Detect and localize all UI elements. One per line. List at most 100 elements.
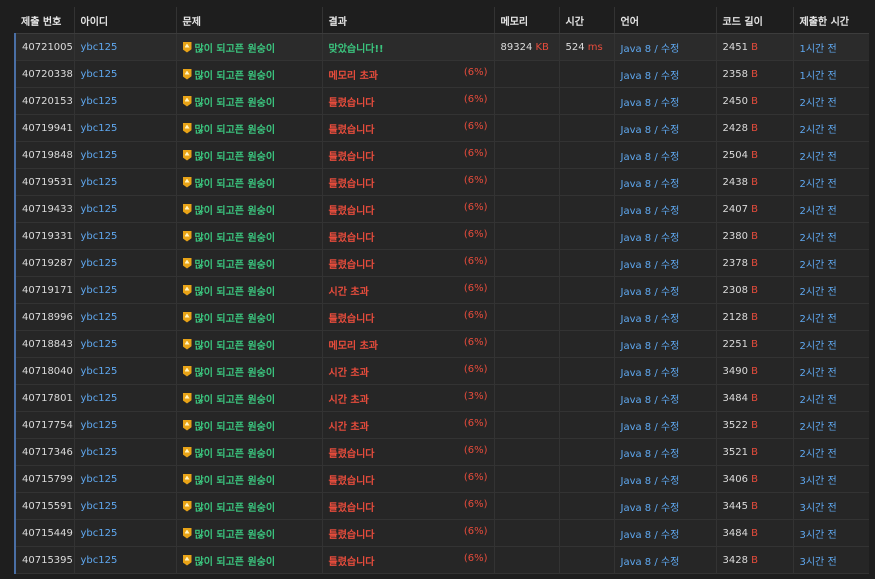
user-link[interactable]: ybc125	[81, 150, 118, 161]
edit-link[interactable]: 수정	[661, 44, 679, 55]
language-link[interactable]: Java 8	[621, 368, 652, 379]
problem-link[interactable]: 많이 되고픈 원숭이	[195, 175, 276, 190]
problem-link[interactable]: 많이 되고픈 원숭이	[195, 148, 276, 163]
language-link[interactable]: Java 8	[621, 179, 652, 190]
edit-link[interactable]: 수정	[661, 503, 679, 514]
submitted-at-link[interactable]: 3시간 전	[800, 557, 837, 568]
problem-link[interactable]: 많이 되고픈 원숭이	[195, 121, 276, 136]
language-link[interactable]: Java 8	[621, 314, 652, 325]
problem-link[interactable]: 많이 되고픈 원숭이	[195, 472, 276, 487]
user-link[interactable]: ybc125	[81, 96, 118, 107]
user-link[interactable]: ybc125	[81, 339, 118, 350]
language-link[interactable]: Java 8	[621, 44, 652, 55]
submitted-at-link[interactable]: 1시간 전	[800, 44, 837, 55]
user-link[interactable]: ybc125	[81, 258, 118, 269]
submitted-at-link[interactable]: 2시간 전	[800, 233, 837, 244]
user-link[interactable]: ybc125	[81, 501, 118, 512]
problem-link[interactable]: 많이 되고픈 원숭이	[195, 229, 276, 244]
language-link[interactable]: Java 8	[621, 476, 652, 487]
edit-link[interactable]: 수정	[661, 233, 679, 244]
submitted-at-link[interactable]: 1시간 전	[800, 71, 837, 82]
submitted-at-link[interactable]: 2시간 전	[800, 98, 837, 109]
language-link[interactable]: Java 8	[621, 530, 652, 541]
problem-link[interactable]: 많이 되고픈 원숭이	[195, 310, 276, 325]
submitted-at-link[interactable]: 3시간 전	[800, 530, 837, 541]
problem-link[interactable]: 많이 되고픈 원숭이	[195, 418, 276, 433]
submitted-at-link[interactable]: 3시간 전	[800, 476, 837, 487]
submitted-at-link[interactable]: 2시간 전	[800, 449, 837, 460]
submitted-at-link[interactable]: 2시간 전	[800, 125, 837, 136]
language-link[interactable]: Java 8	[621, 98, 652, 109]
language-link[interactable]: Java 8	[621, 152, 652, 163]
submitted-at-link[interactable]: 2시간 전	[800, 287, 837, 298]
edit-link[interactable]: 수정	[661, 449, 679, 460]
problem-link[interactable]: 많이 되고픈 원숭이	[195, 94, 276, 109]
user-link[interactable]: ybc125	[81, 447, 118, 458]
user-link[interactable]: ybc125	[81, 393, 118, 404]
user-link[interactable]: ybc125	[81, 555, 118, 566]
submitted-at-link[interactable]: 2시간 전	[800, 152, 837, 163]
language-link[interactable]: Java 8	[621, 125, 652, 136]
user-link[interactable]: ybc125	[81, 204, 118, 215]
edit-link[interactable]: 수정	[661, 530, 679, 541]
user-link[interactable]: ybc125	[81, 231, 118, 242]
edit-link[interactable]: 수정	[661, 557, 679, 568]
language-link[interactable]: Java 8	[621, 503, 652, 514]
edit-link[interactable]: 수정	[661, 98, 679, 109]
problem-link[interactable]: 많이 되고픈 원숭이	[195, 526, 276, 541]
submitted-at-link[interactable]: 2시간 전	[800, 260, 837, 271]
edit-link[interactable]: 수정	[661, 125, 679, 136]
language-link[interactable]: Java 8	[621, 260, 652, 271]
problem-link[interactable]: 많이 되고픈 원숭이	[195, 40, 276, 55]
edit-link[interactable]: 수정	[661, 179, 679, 190]
user-link[interactable]: ybc125	[81, 420, 118, 431]
edit-link[interactable]: 수정	[661, 368, 679, 379]
language-link[interactable]: Java 8	[621, 206, 652, 217]
edit-link[interactable]: 수정	[661, 314, 679, 325]
problem-link[interactable]: 많이 되고픈 원숭이	[195, 202, 276, 217]
language-link[interactable]: Java 8	[621, 287, 652, 298]
language-link[interactable]: Java 8	[621, 71, 652, 82]
problem-link[interactable]: 많이 되고픈 원숭이	[195, 256, 276, 271]
problem-link[interactable]: 많이 되고픈 원숭이	[195, 67, 276, 82]
submitted-at-link[interactable]: 2시간 전	[800, 179, 837, 190]
edit-link[interactable]: 수정	[661, 152, 679, 163]
language-link[interactable]: Java 8	[621, 341, 652, 352]
edit-link[interactable]: 수정	[661, 341, 679, 352]
problem-link[interactable]: 많이 되고픈 원숭이	[195, 283, 276, 298]
submitted-at-link[interactable]: 2시간 전	[800, 395, 837, 406]
problem-link[interactable]: 많이 되고픈 원숭이	[195, 553, 276, 568]
submitted-at-link[interactable]: 2시간 전	[800, 314, 837, 325]
language-link[interactable]: Java 8	[621, 557, 652, 568]
problem-link[interactable]: 많이 되고픈 원숭이	[195, 337, 276, 352]
edit-link[interactable]: 수정	[661, 260, 679, 271]
submitted-at-link[interactable]: 2시간 전	[800, 422, 837, 433]
problem-link[interactable]: 많이 되고픈 원숭이	[195, 499, 276, 514]
user-link[interactable]: ybc125	[81, 177, 118, 188]
user-link[interactable]: ybc125	[81, 312, 118, 323]
language-link[interactable]: Java 8	[621, 233, 652, 244]
language-link[interactable]: Java 8	[621, 395, 652, 406]
edit-link[interactable]: 수정	[661, 476, 679, 487]
submitted-at-link[interactable]: 2시간 전	[800, 368, 837, 379]
problem-link[interactable]: 많이 되고픈 원숭이	[195, 364, 276, 379]
user-link[interactable]: ybc125	[81, 123, 118, 134]
edit-link[interactable]: 수정	[661, 395, 679, 406]
problem-link[interactable]: 많이 되고픈 원숭이	[195, 391, 276, 406]
user-link[interactable]: ybc125	[81, 285, 118, 296]
user-link[interactable]: ybc125	[81, 42, 118, 53]
language-link[interactable]: Java 8	[621, 449, 652, 460]
submitted-at-link[interactable]: 3시간 전	[800, 503, 837, 514]
language-link[interactable]: Java 8	[621, 422, 652, 433]
user-link[interactable]: ybc125	[81, 474, 118, 485]
edit-link[interactable]: 수정	[661, 287, 679, 298]
user-link[interactable]: ybc125	[81, 366, 118, 377]
user-link[interactable]: ybc125	[81, 528, 118, 539]
problem-link[interactable]: 많이 되고픈 원숭이	[195, 445, 276, 460]
user-link[interactable]: ybc125	[81, 69, 118, 80]
submitted-at-link[interactable]: 2시간 전	[800, 341, 837, 352]
submitted-at-link[interactable]: 2시간 전	[800, 206, 837, 217]
edit-link[interactable]: 수정	[661, 206, 679, 217]
edit-link[interactable]: 수정	[661, 71, 679, 82]
edit-link[interactable]: 수정	[661, 422, 679, 433]
